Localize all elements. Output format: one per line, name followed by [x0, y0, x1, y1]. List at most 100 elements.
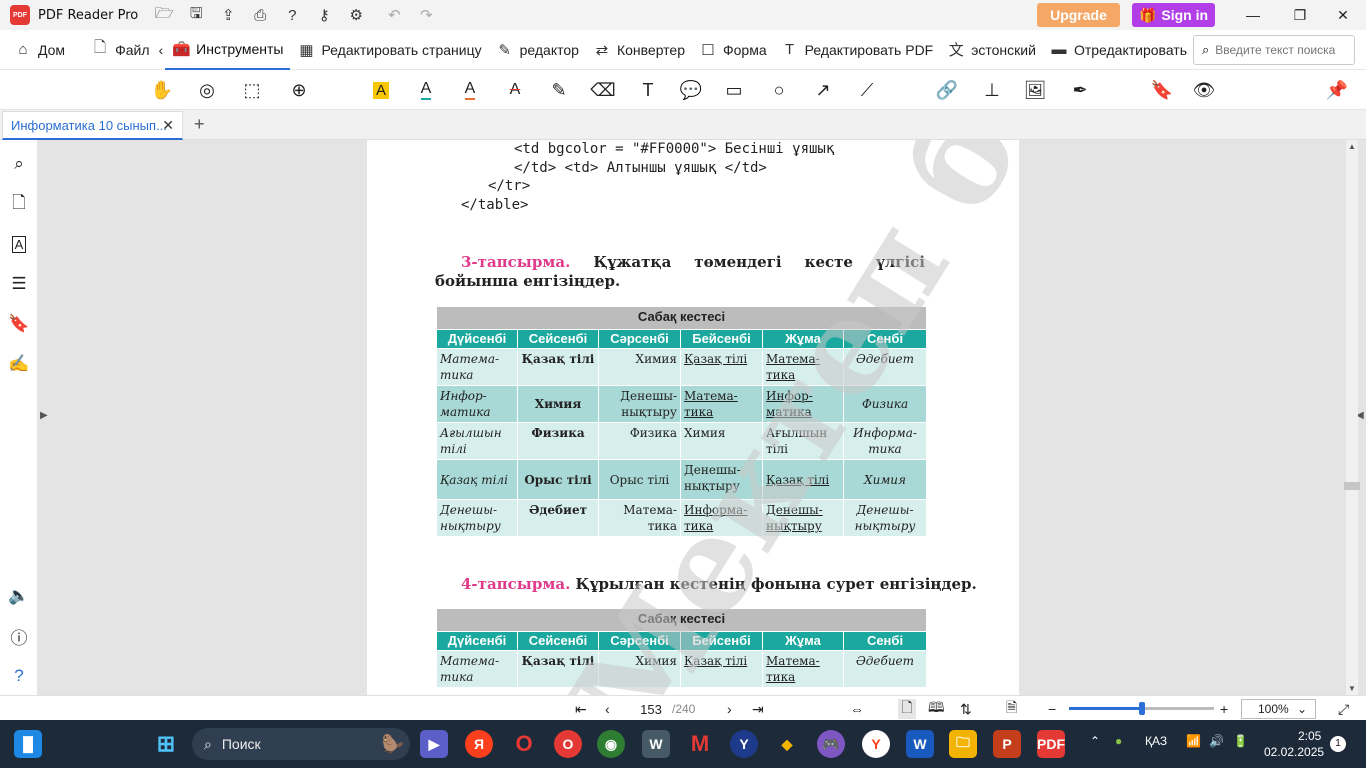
battery-icon[interactable]: 🔋	[1233, 734, 1248, 748]
close-tab-icon[interactable]: ✕	[162, 117, 174, 134]
wot-icon[interactable]: W	[642, 730, 670, 758]
zoom-area-icon[interactable]: ⊕	[287, 78, 311, 102]
highlight-icon[interactable]: A	[369, 78, 393, 102]
clock-date[interactable]: 02.02.2025	[1264, 745, 1324, 759]
line-icon[interactable]: ⟋	[855, 78, 879, 102]
explorer-icon[interactable]: 🗀	[949, 730, 977, 758]
rectangle-icon[interactable]: ▭	[722, 78, 746, 102]
menu-redact[interactable]: ▬ Отредактировать	[1043, 30, 1194, 70]
menu-editor[interactable]: ✎ редактор	[489, 30, 586, 70]
pin-icon[interactable]: 📌	[1325, 78, 1349, 102]
select-text-icon[interactable]: ◎	[195, 78, 219, 102]
wifi-icon[interactable]: 📶	[1186, 734, 1201, 748]
expand-sidebar-icon[interactable]: ▶	[40, 410, 48, 424]
key-icon[interactable]: ⚷	[314, 5, 334, 25]
start-icon[interactable]: ⊞	[152, 730, 180, 758]
yandex-browser-icon[interactable]: Y	[862, 730, 890, 758]
help-circle-icon[interactable]: ?	[8, 665, 30, 687]
thumbnails-icon[interactable]: 🗋	[8, 193, 30, 215]
clock-time[interactable]: 2:05	[1298, 729, 1321, 743]
last-page-icon[interactable]: ⇥	[752, 699, 764, 719]
menu-scroll-left[interactable]: ‹	[156, 30, 165, 70]
maximize-icon[interactable]: ❐	[1277, 0, 1323, 30]
fit-width-icon[interactable]: ⇔	[850, 699, 864, 719]
read-aloud-icon[interactable]: 🔈	[8, 585, 30, 607]
next-page-icon[interactable]: ›	[727, 699, 732, 719]
tray-chevron-icon[interactable]: ⌃	[1090, 734, 1100, 748]
opera-icon[interactable]: O	[554, 730, 582, 758]
text-box-icon[interactable]: T	[636, 78, 660, 102]
add-tab-icon[interactable]: +	[194, 114, 205, 135]
circle-icon[interactable]: ○	[767, 78, 791, 102]
sign-in-button[interactable]: 🎁 Sign in	[1132, 3, 1215, 27]
language-indicator[interactable]: ҚАЗ	[1145, 734, 1167, 748]
image-icon[interactable]: 🖼	[1023, 78, 1047, 102]
m-app-icon[interactable]: M	[686, 730, 714, 758]
undo-icon[interactable]: ↶	[384, 5, 404, 25]
link-icon[interactable]: 🔗	[935, 78, 959, 102]
search-input[interactable]	[1215, 43, 1346, 57]
taskbar-search[interactable]: ⌕ Поиск 🦫	[192, 728, 410, 760]
bookmark-icon[interactable]: 🔖	[1150, 78, 1174, 102]
menu-edit-page[interactable]: ▦ Редактировать страницу	[290, 30, 488, 70]
pdf-reader-taskbar-icon[interactable]: PDF	[1037, 730, 1065, 758]
menu-tools[interactable]: 🧰 Инструменты	[165, 30, 291, 70]
zoom-slider[interactable]	[1069, 702, 1214, 715]
search-panel-icon[interactable]: ⌕	[8, 153, 30, 175]
upgrade-button[interactable]: Upgrade	[1037, 3, 1120, 27]
zoom-in-icon[interactable]: +	[1220, 699, 1228, 719]
signature-icon[interactable]: ✒	[1068, 78, 1092, 102]
vertical-scrollbar[interactable]: ▲ ▼	[1344, 140, 1360, 695]
save-icon[interactable]: 🖫	[186, 5, 206, 25]
document-tab[interactable]: Информатика 10 сынып... ✕	[2, 111, 183, 140]
arrow-icon[interactable]: ↗	[811, 78, 835, 102]
menu-file[interactable]: 🗋 Файл	[84, 30, 156, 70]
settings-icon[interactable]: ⚙	[346, 5, 366, 25]
menu-converter[interactable]: ⇄ Конвертер	[586, 30, 692, 70]
stamp-icon[interactable]: ⊥	[980, 78, 1004, 102]
document-viewer[interactable]: ▶ <td bgcolor = "#FF0000"> Бесінші ұяшық…	[38, 140, 1366, 695]
squiggly-icon[interactable]: A	[458, 78, 482, 102]
redo-icon[interactable]: ↷	[416, 5, 436, 25]
scroll-down-icon[interactable]: ▼	[1348, 684, 1356, 693]
print-icon[interactable]: ⎙	[250, 5, 270, 25]
game-icon[interactable]: 🎮	[817, 730, 845, 758]
menu-home[interactable]: ⌂ Дом	[7, 30, 72, 70]
prev-page-icon[interactable]: ‹	[605, 699, 610, 719]
eraser-icon[interactable]: ⌫	[590, 78, 615, 102]
hand-tool-icon[interactable]: ✋	[150, 78, 174, 102]
chrome-icon[interactable]: ◉	[597, 730, 625, 758]
menu-translate[interactable]: 文 эстонский	[940, 30, 1043, 70]
close-window-icon[interactable]: ✕	[1320, 0, 1366, 30]
scroll-thumb[interactable]	[1344, 482, 1360, 490]
pen-icon[interactable]: ✎	[547, 78, 571, 102]
page-fit-icon[interactable]: 🗎	[1006, 699, 1017, 719]
zoom-out-icon[interactable]: −	[1048, 699, 1056, 719]
single-page-icon[interactable]: 🗋	[898, 699, 916, 719]
y-app-icon[interactable]: Y	[730, 730, 758, 758]
info-icon[interactable]: ⓘ	[8, 625, 30, 648]
eye-icon[interactable]: 👁	[1192, 78, 1216, 102]
search-box[interactable]: ⌕	[1193, 35, 1355, 65]
yandex-icon[interactable]: Я	[465, 730, 493, 758]
zoom-knob[interactable]	[1138, 702, 1145, 715]
page-number-input[interactable]	[633, 699, 669, 719]
volume-icon[interactable]: 🔊	[1209, 734, 1224, 748]
area-select-icon[interactable]: ⬚	[240, 78, 264, 102]
bookmarks-panel-icon[interactable]: 🔖	[8, 313, 30, 335]
share-icon[interactable]: ⇪	[218, 5, 238, 25]
first-page-icon[interactable]: ⇤	[575, 699, 587, 719]
powerpoint-icon[interactable]: P	[993, 730, 1021, 758]
note-icon[interactable]: 💬	[679, 78, 703, 102]
signatures-panel-icon[interactable]: ✍	[8, 353, 30, 375]
zoom-select[interactable]: 100% ⌄	[1241, 699, 1316, 719]
word-icon[interactable]: W	[906, 730, 934, 758]
menu-form[interactable]: ☐ Форма	[692, 30, 774, 70]
video-icon[interactable]: ▶	[420, 730, 448, 758]
outline-icon[interactable]: ☰	[8, 273, 30, 295]
open-folder-icon[interactable]: 🗁	[154, 5, 174, 25]
scroll-mode-icon[interactable]: ⇅	[960, 699, 972, 719]
widgets-icon[interactable]: ▐▌	[14, 730, 42, 758]
scroll-up-icon[interactable]: ▲	[1348, 142, 1356, 151]
underline-icon[interactable]: A	[414, 78, 438, 102]
